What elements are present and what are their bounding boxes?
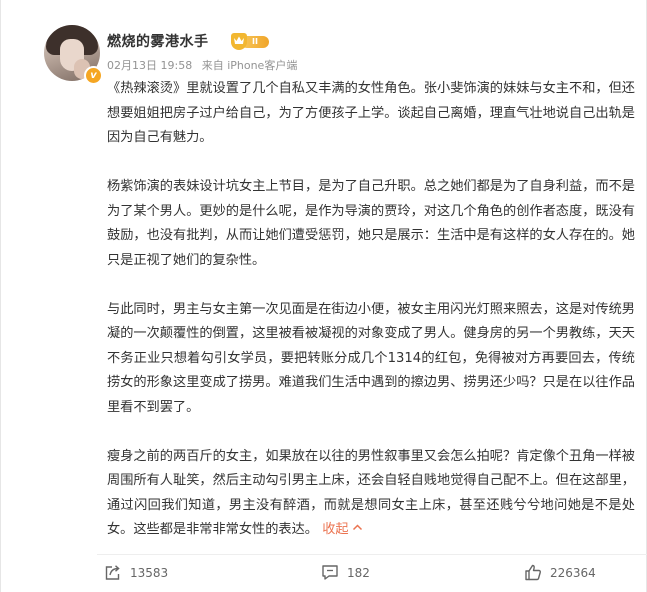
author-name[interactable]: 燃烧的雾港水手 bbox=[107, 31, 209, 51]
like-count: 226364 bbox=[550, 565, 596, 580]
repost-count: 13583 bbox=[130, 565, 169, 580]
comment-count: 182 bbox=[347, 565, 370, 580]
repost-icon bbox=[105, 565, 120, 580]
repost-button[interactable]: 13583 bbox=[104, 564, 168, 581]
like-button[interactable]: 226364 bbox=[524, 564, 596, 581]
collapse-button[interactable]: 收起 bbox=[322, 522, 362, 537]
post-timestamp[interactable]: 02月13日 19:58 bbox=[107, 59, 192, 72]
comment-button[interactable]: 182 bbox=[321, 564, 370, 581]
crown-icon-svg bbox=[234, 36, 244, 44]
author-avatar[interactable]: v bbox=[44, 25, 103, 85]
comment-icon bbox=[322, 565, 338, 580]
post-paragraph: 《热辣滚烫》里就设置了几个自私又丰满的女性角色。张小斐饰演的妹妹与女主不和，但还… bbox=[107, 81, 635, 145]
post-body: 《热辣滚烫》里就设置了几个自私又丰满的女性角色。张小斐饰演的妹妹与女主不和，但还… bbox=[107, 77, 635, 543]
post-paragraph: 瘦身之前的两百斤的女主，如果放在以往的男性叙事里又会怎么拍呢？肯定像个丑角一样被… bbox=[107, 445, 635, 543]
verified-badge-icon: v bbox=[84, 66, 103, 85]
post-source: 来自 iPhone客户端 bbox=[201, 59, 298, 72]
post-paragraph: 杨紫饰演的表妹设计坑女主上节目，是为了自己升职。总之她们都是为了自身利益，而不是… bbox=[107, 179, 635, 268]
like-icon bbox=[525, 564, 541, 581]
post-meta: 02月13日 19:58 来自 iPhone客户端 bbox=[107, 57, 303, 73]
collapse-label: 收起 bbox=[322, 522, 349, 537]
action-bar: 13583 182 226364 bbox=[1, 556, 647, 592]
action-divider bbox=[97, 554, 647, 555]
post-paragraph-text: 瘦身之前的两百斤的女主，如果放在以往的男性叙事里又会怎么拍呢？肯定像个丑角一样被… bbox=[107, 448, 635, 538]
post-paragraph: 与此同时，男主与女主第一次见面是在街边小便，被女主用闪光灯照来照去，这是对传统男… bbox=[107, 301, 635, 415]
chevron-up-icon bbox=[352, 524, 362, 531]
crown-icon bbox=[231, 33, 247, 50]
